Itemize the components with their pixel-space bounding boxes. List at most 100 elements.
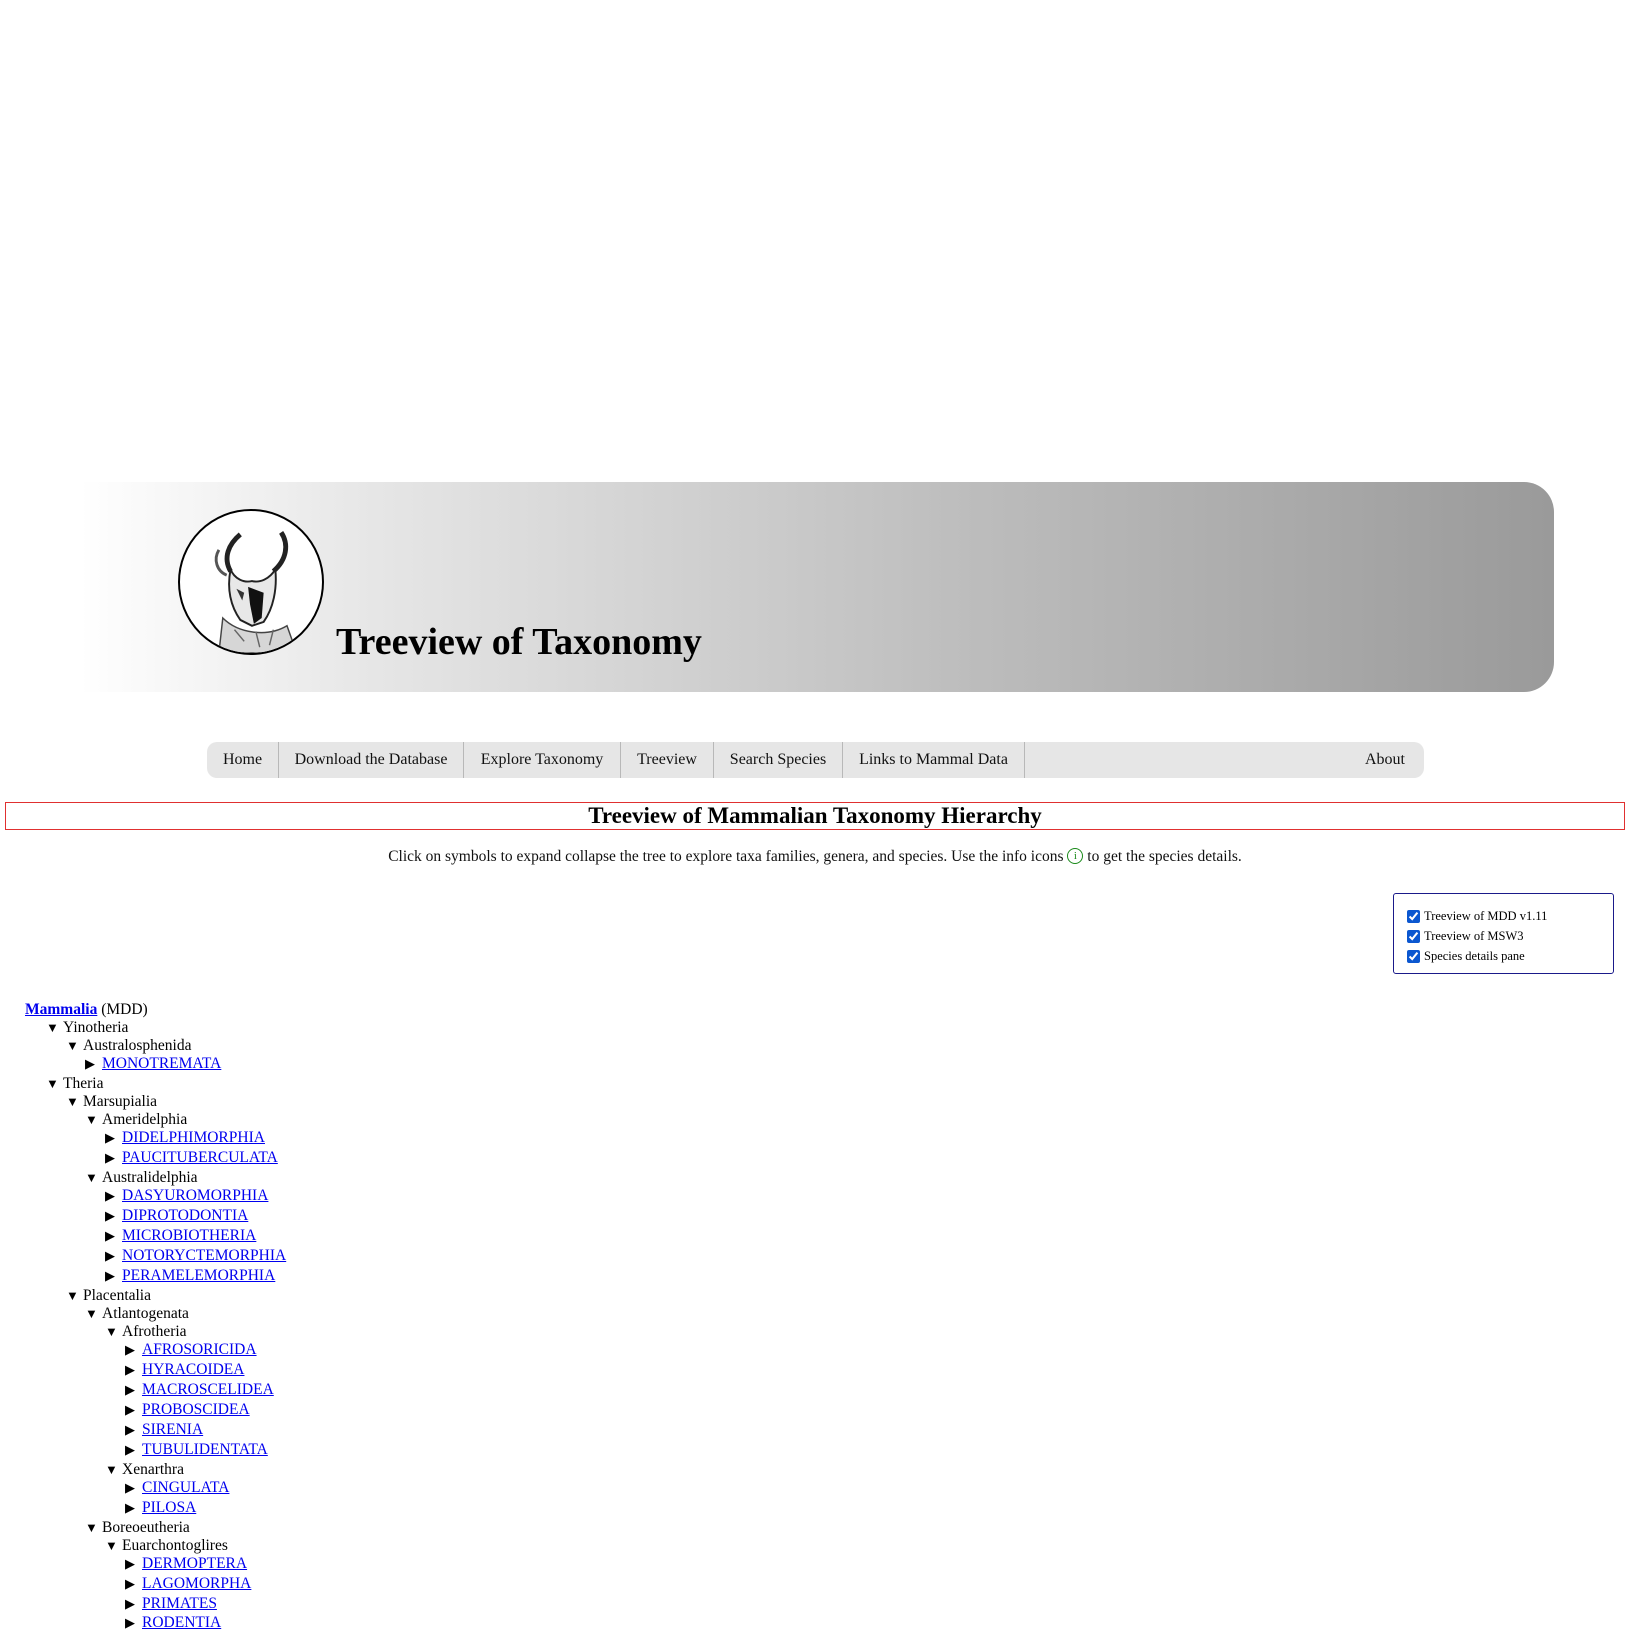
expand-toggle-icon[interactable]: ▶ xyxy=(125,1555,142,1573)
tree-node: ▶ CINGULATA xyxy=(125,1479,229,1497)
expand-toggle-icon[interactable]: ▶ xyxy=(105,1267,122,1285)
nav-links[interactable]: Links to Mammal Data xyxy=(843,742,1025,778)
details-checkbox[interactable] xyxy=(1407,949,1420,963)
expand-toggle-icon[interactable]: ▶ xyxy=(105,1149,122,1167)
nav-about[interactable]: About xyxy=(1355,742,1415,778)
site-title: Treeview of Taxonomy xyxy=(336,621,702,663)
intro-text-before: Click on symbols to expand collapse the … xyxy=(388,848,1064,865)
order-link[interactable]: RODENTIA xyxy=(142,1614,221,1631)
order-link[interactable]: MONOTREMATA xyxy=(102,1055,221,1072)
order-link[interactable]: HYRACOIDEA xyxy=(142,1361,244,1378)
tree-node: ▶ MACROSCELIDEA xyxy=(125,1381,274,1399)
expand-toggle-icon[interactable]: ▶ xyxy=(125,1401,142,1419)
tree-node: ▼ Boreoeutheria xyxy=(85,1519,190,1537)
expand-toggle-icon[interactable]: ▶ xyxy=(125,1441,142,1459)
collapse-toggle-icon[interactable]: ▼ xyxy=(66,1093,83,1111)
collapse-toggle-icon[interactable]: ▼ xyxy=(46,1019,63,1037)
root-link[interactable]: Mammalia xyxy=(25,1001,97,1018)
msw3-checkbox[interactable] xyxy=(1407,929,1420,943)
order-link[interactable]: MACROSCELIDEA xyxy=(142,1381,274,1398)
tree-node: ▶ HYRACOIDEA xyxy=(125,1361,244,1379)
collapse-toggle-icon[interactable]: ▼ xyxy=(85,1305,102,1323)
collapse-toggle-icon[interactable]: ▼ xyxy=(105,1323,122,1341)
collapse-toggle-icon[interactable]: ▼ xyxy=(46,1075,63,1093)
tree-node: ▼ Afrotheria xyxy=(105,1323,187,1341)
tree-node: ▶ SIRENIA xyxy=(125,1421,203,1439)
root-suffix: (MDD) xyxy=(101,1001,148,1018)
node-label: Australidelphia xyxy=(102,1169,198,1186)
order-link[interactable]: DERMOPTERA xyxy=(142,1555,247,1572)
tree-node: ▶ PILOSA xyxy=(125,1499,196,1517)
tree-node: ▼ Yinotheria xyxy=(46,1019,128,1037)
order-link[interactable]: LAGOMORPHA xyxy=(142,1575,251,1592)
order-link[interactable]: PRIMATES xyxy=(142,1595,217,1612)
tree-node: ▶ MICROBIOTHERIA xyxy=(105,1227,256,1245)
expand-toggle-icon[interactable]: ▶ xyxy=(105,1247,122,1265)
expand-toggle-icon[interactable]: ▶ xyxy=(125,1575,142,1593)
expand-toggle-icon[interactable]: ▶ xyxy=(125,1361,142,1379)
node-label: Boreoeutheria xyxy=(102,1519,190,1536)
node-label: Yinotheria xyxy=(63,1019,129,1036)
order-link[interactable]: SIRENIA xyxy=(142,1421,203,1438)
tree-node: ▶ LAGOMORPHA xyxy=(125,1575,251,1593)
order-link[interactable]: MICROBIOTHERIA xyxy=(122,1227,256,1244)
expand-toggle-icon[interactable]: ▶ xyxy=(125,1595,142,1613)
mdd-checkbox[interactable] xyxy=(1407,909,1420,923)
expand-toggle-icon[interactable]: ▶ xyxy=(125,1499,142,1517)
order-link[interactable]: AFROSORICIDA xyxy=(142,1341,257,1358)
collapse-toggle-icon[interactable]: ▼ xyxy=(85,1519,102,1537)
tree-node: ▶ DERMOPTERA xyxy=(125,1555,247,1573)
node-label: Marsupialia xyxy=(83,1093,158,1110)
collapse-toggle-icon[interactable]: ▼ xyxy=(85,1111,102,1129)
tree-node: ▼ Australosphenida xyxy=(66,1037,191,1055)
order-link[interactable]: TUBULIDENTATA xyxy=(142,1441,268,1458)
collapse-toggle-icon[interactable]: ▼ xyxy=(85,1169,102,1187)
option-details: Species details pane xyxy=(1407,946,1613,966)
order-link[interactable]: PERAMELEMORPHIA xyxy=(122,1267,275,1284)
expand-toggle-icon[interactable]: ▶ xyxy=(125,1479,142,1497)
order-link[interactable]: DIDELPHIMORPHIA xyxy=(122,1129,265,1146)
option-mdd: Treeview of MDD v1.11 xyxy=(1407,906,1613,926)
nav-download[interactable]: Download the Database xyxy=(279,742,464,778)
order-link[interactable]: DASYUROMORPHIA xyxy=(122,1187,268,1204)
tree-node: ▶ TUBULIDENTATA xyxy=(125,1441,268,1459)
expand-toggle-icon[interactable]: ▶ xyxy=(105,1187,122,1205)
node-label: Euarchontoglires xyxy=(122,1537,228,1554)
tree-node: ▼ Australidelphia xyxy=(85,1169,198,1187)
pronghorn-logo xyxy=(178,509,324,655)
mdd-label: Treeview of MDD v1.11 xyxy=(1424,908,1548,923)
tree-node: ▶ AFROSORICIDA xyxy=(125,1341,257,1359)
expand-toggle-icon[interactable]: ▶ xyxy=(125,1614,142,1632)
tree-root: Mammalia (MDD) xyxy=(25,1001,148,1019)
tree-node: ▼ Xenarthra xyxy=(105,1461,184,1479)
nav-treeview[interactable]: Treeview xyxy=(621,742,714,778)
expand-toggle-icon[interactable]: ▶ xyxy=(105,1129,122,1147)
intro-text: Click on symbols to expand collapse the … xyxy=(0,847,1630,866)
tree-node: ▼ Euarchontoglires xyxy=(105,1537,228,1555)
order-link[interactable]: CINGULATA xyxy=(142,1479,229,1496)
order-link[interactable]: PILOSA xyxy=(142,1499,196,1516)
order-link[interactable]: PROBOSCIDEA xyxy=(142,1401,250,1418)
collapse-toggle-icon[interactable]: ▼ xyxy=(105,1537,122,1555)
collapse-toggle-icon[interactable]: ▼ xyxy=(66,1037,83,1055)
expand-toggle-icon[interactable]: ▶ xyxy=(105,1227,122,1245)
expand-toggle-icon[interactable]: ▶ xyxy=(125,1381,142,1399)
order-link[interactable]: NOTORYCTEMORPHIA xyxy=(122,1247,286,1264)
expand-toggle-icon[interactable]: ▶ xyxy=(125,1341,142,1359)
expand-toggle-icon[interactable]: ▶ xyxy=(125,1421,142,1439)
option-msw3: Treeview of MSW3 xyxy=(1407,926,1613,946)
tree-node: ▶ PAUCITUBERCULATA xyxy=(105,1149,278,1167)
nav-search[interactable]: Search Species xyxy=(714,742,843,778)
order-link[interactable]: PAUCITUBERCULATA xyxy=(122,1149,278,1166)
node-label: Placentalia xyxy=(83,1287,151,1304)
nav-explore[interactable]: Explore Taxonomy xyxy=(464,742,621,778)
tree-node: ▶ PROBOSCIDEA xyxy=(125,1401,250,1419)
nav-home[interactable]: Home xyxy=(207,742,279,778)
order-link[interactable]: DIPROTODONTIA xyxy=(122,1207,248,1224)
collapse-toggle-icon[interactable]: ▼ xyxy=(66,1287,83,1305)
view-options-panel: Treeview of MDD v1.11 Treeview of MSW3 S… xyxy=(1393,893,1614,974)
expand-toggle-icon[interactable]: ▶ xyxy=(105,1207,122,1225)
collapse-toggle-icon[interactable]: ▼ xyxy=(105,1461,122,1479)
tree-node: ▶ DIDELPHIMORPHIA xyxy=(105,1129,265,1147)
expand-toggle-icon[interactable]: ▶ xyxy=(85,1055,102,1073)
